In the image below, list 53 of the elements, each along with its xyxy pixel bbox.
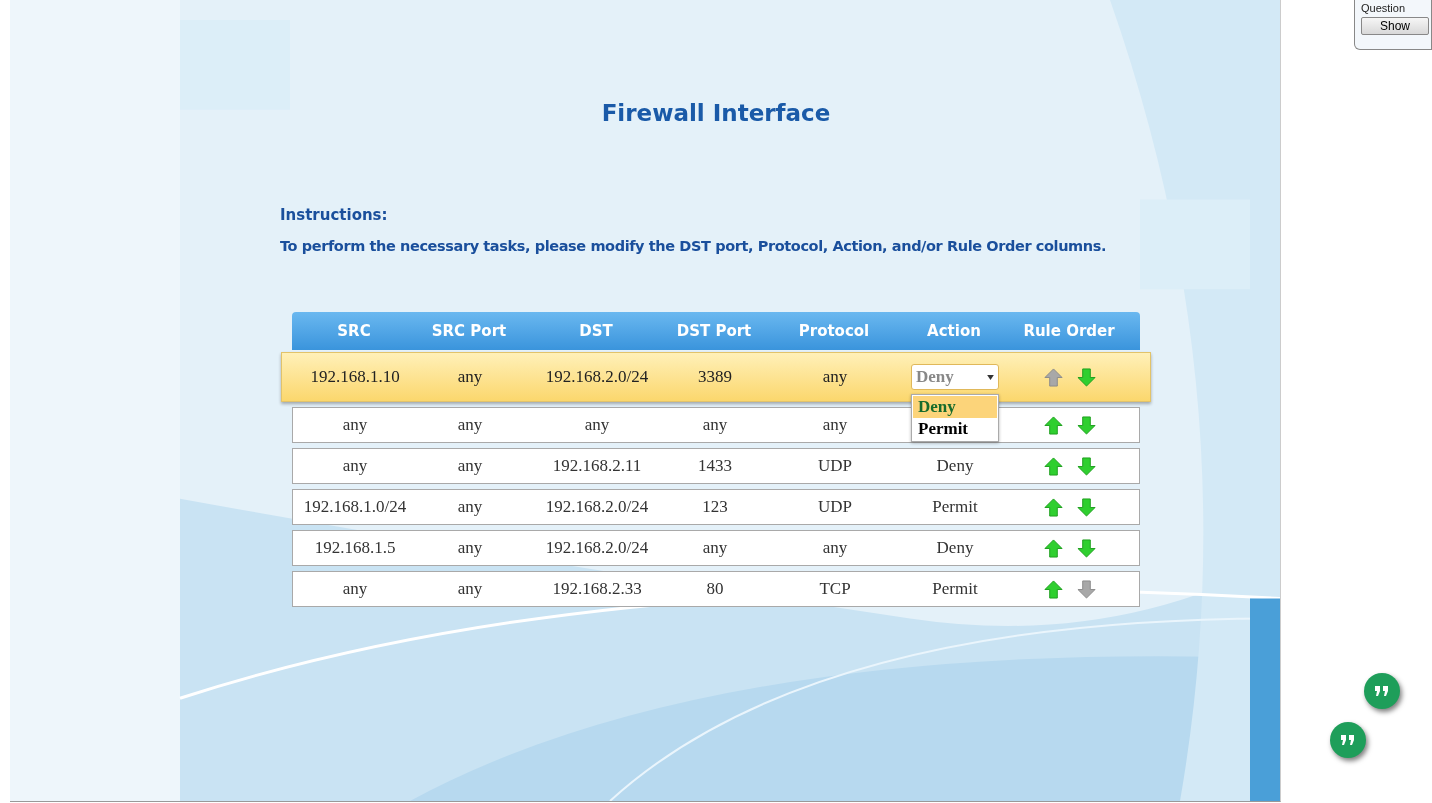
- table-cell-text: 192.168.1.0/24: [302, 497, 408, 517]
- instructions-text: To perform the necessary tasks, please modify the DST port, Protocol, Action, and/or Rule Order columns.: [280, 238, 1107, 254]
- table-cell-text: 192.168.1.5: [313, 538, 397, 558]
- table-cell-text: any: [456, 415, 484, 435]
- table-cell-text: 192.168.1.10: [309, 367, 401, 387]
- table-cell-text: 192.168.2.0/24: [544, 367, 650, 387]
- page-title: Firewall Interface: [601, 100, 831, 126]
- table-cell-text: 80: [705, 579, 725, 599]
- table-cell-text: any: [341, 456, 369, 476]
- table-cell: Permit: [932, 497, 978, 517]
- table-cell-text: any: [583, 415, 611, 435]
- table-cell-text: any: [341, 415, 369, 435]
- table-cell-text: UDP: [817, 456, 853, 476]
- table-row[interactable]: 192.168.1.0/24 any 192.168.2.0/24 123 UDP Permit: [292, 489, 1140, 525]
- table-cell-text: TCP: [818, 579, 852, 599]
- table-cell-text: 192.168.2.0/24: [544, 538, 650, 558]
- table-cell-text: any: [456, 497, 484, 517]
- table-cell-text: any: [341, 579, 369, 599]
- table-cell-text: 123: [701, 497, 729, 517]
- column-header: DST Port: [675, 322, 753, 340]
- dropdown-option[interactable]: Deny: [913, 396, 997, 418]
- table-cell: Permit: [932, 579, 978, 599]
- table-cell-text: UDP: [817, 497, 853, 517]
- table-cell-text: any: [701, 538, 729, 558]
- table-cell: Deny: [936, 456, 974, 476]
- table-cell-text: any: [456, 579, 484, 599]
- column-header: DST: [578, 322, 614, 340]
- table-cell-text: 192.168.2.33: [551, 579, 643, 599]
- table-row[interactable]: any any 192.168.2.33 80 TCP Permit: [292, 571, 1140, 607]
- column-header: Protocol: [797, 322, 871, 340]
- column-header: SRC Port: [430, 322, 508, 340]
- table-row[interactable]: 192.168.1.5 any 192.168.2.0/24 any any Deny: [292, 530, 1140, 566]
- table-cell-text: 3389: [697, 367, 733, 387]
- column-header: Action: [926, 322, 982, 340]
- table-cell-text: any: [456, 538, 484, 558]
- table-cell-text: 192.168.2.11: [551, 456, 643, 476]
- table-cell: Deny: [936, 538, 974, 558]
- column-header: SRC: [336, 322, 372, 340]
- table-cell-text: any: [821, 415, 849, 435]
- table-cell-text: any: [821, 367, 849, 387]
- table-cell-text: any: [821, 538, 849, 558]
- show-button[interactable]: Show: [1361, 17, 1429, 35]
- table-cell-text: any: [456, 367, 484, 387]
- table-row[interactable]: any any 192.168.2.11 1433 UDP Deny: [292, 448, 1140, 484]
- table-cell-text: 1433: [697, 456, 733, 476]
- table-cell-text: 192.168.2.0/24: [544, 497, 650, 517]
- action-dropdown[interactable]: Deny: [911, 364, 999, 390]
- dropdown-option[interactable]: Permit: [913, 418, 997, 440]
- table-cell-text: any: [456, 456, 484, 476]
- question-label: Question: [1361, 2, 1406, 14]
- table-cell-text: any: [701, 415, 729, 435]
- column-header: Rule Order: [1022, 322, 1116, 340]
- instructions-heading: Instructions:: [280, 206, 389, 224]
